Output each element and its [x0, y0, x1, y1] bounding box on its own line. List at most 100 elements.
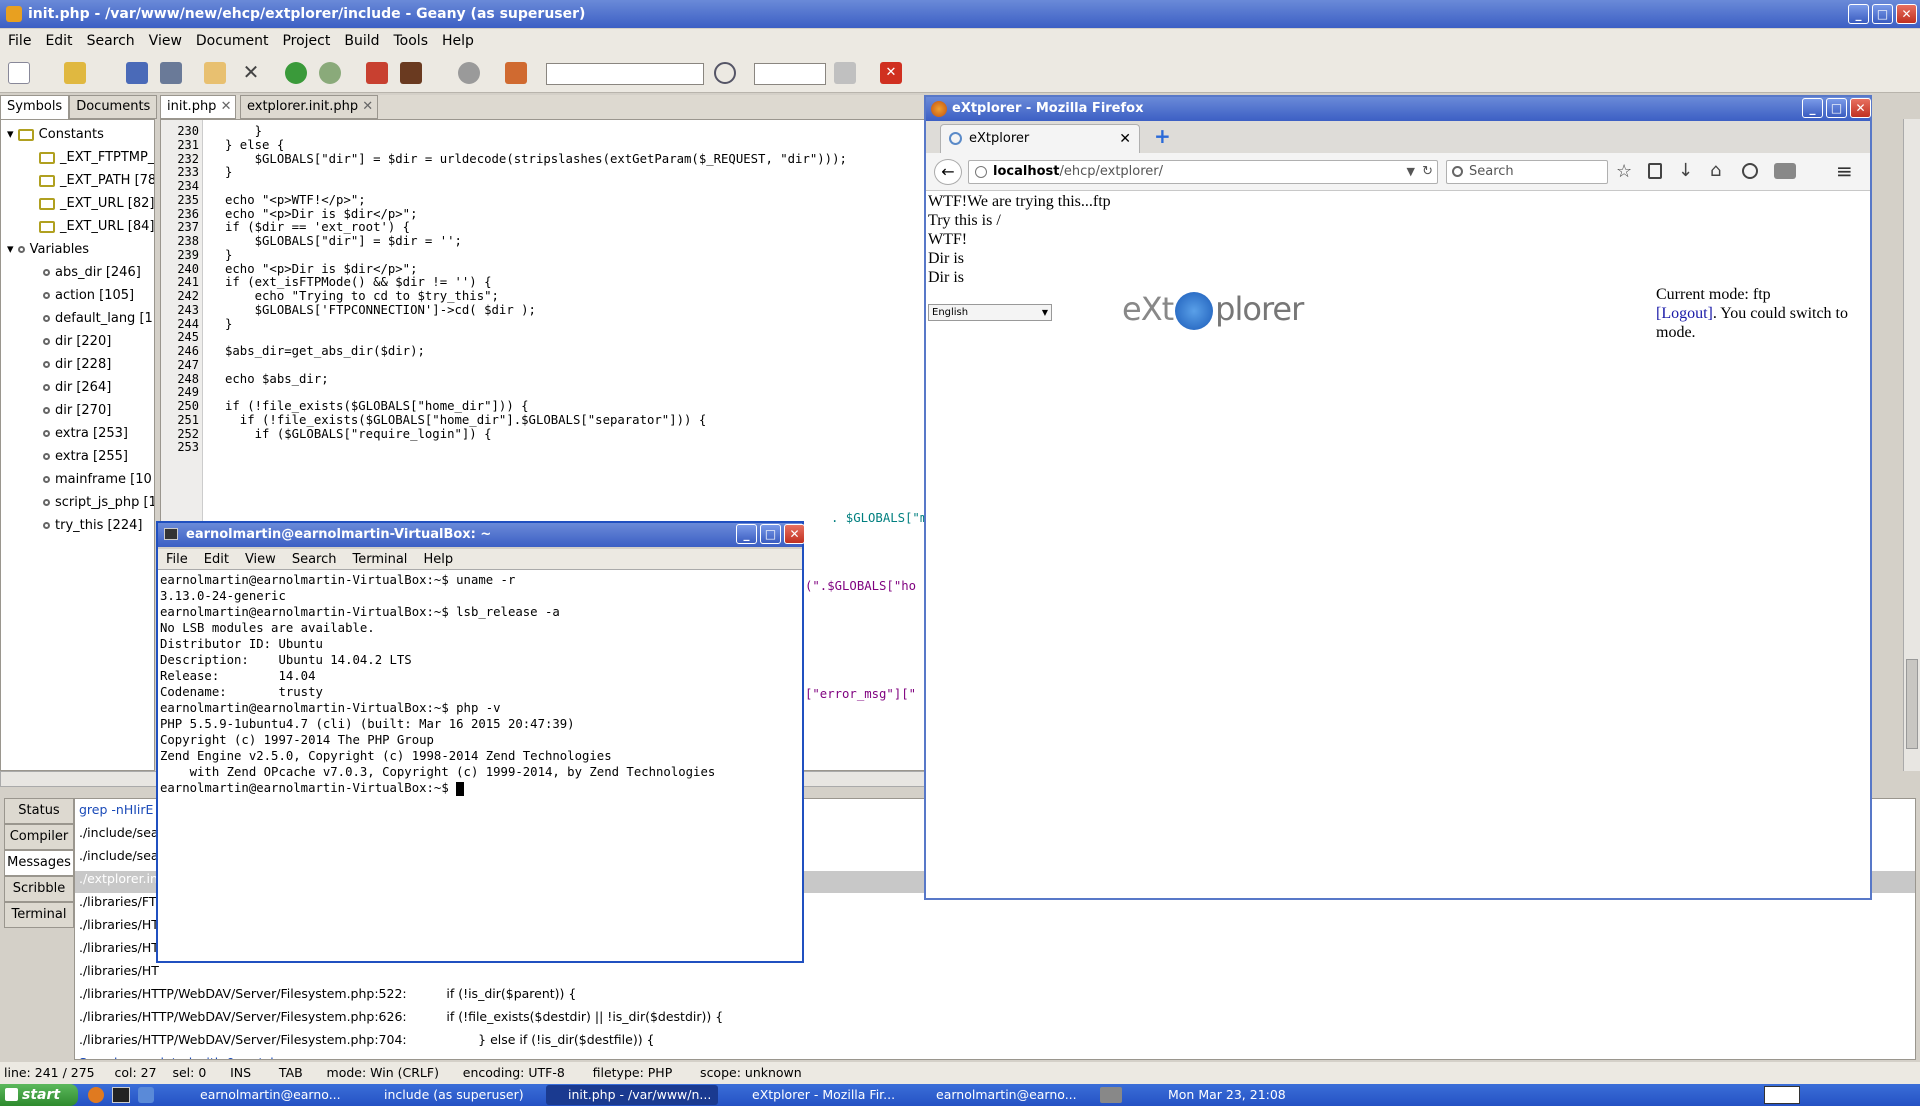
terminal-output[interactable]: earnolmartin@earnolmartin-VirtualBox:~$ …	[158, 569, 802, 961]
tray-network-icon[interactable]	[1100, 1087, 1122, 1103]
menu-project[interactable]: Project	[282, 33, 330, 49]
code-line[interactable]: $abs_dir=get_abs_dir($dir);	[225, 344, 425, 358]
list-item[interactable]: ./libraries/HT	[79, 937, 159, 959]
code-line[interactable]: if (!file_exists($GLOBALS["home_dir"].$G…	[225, 413, 706, 427]
code-line[interactable]: echo "<p>Dir is $dir</p>";	[225, 207, 418, 221]
tab-status[interactable]: Status	[4, 798, 74, 824]
forward-icon[interactable]	[319, 62, 341, 84]
task-terminal-1[interactable]: earnolmartin@earno...	[178, 1085, 348, 1105]
geany-title-bar[interactable]: init.php - /var/www/new/ehcp/extplorer/i…	[0, 0, 1920, 28]
url-dropdown-icon[interactable]: ▼	[1407, 161, 1415, 183]
list-item[interactable]: ./include/sea	[79, 822, 159, 844]
code-line[interactable]: if (ext_isFTPMode() && $dir != '') {	[225, 275, 492, 289]
close-tab-icon[interactable]: ✕	[221, 99, 232, 114]
symbol-item[interactable]: script_js_php [1	[43, 491, 154, 514]
symbol-item[interactable]: try_this [224]	[43, 514, 142, 537]
browser-search-input[interactable]: Search	[1446, 160, 1608, 184]
reading-list-icon[interactable]	[1648, 163, 1662, 179]
code-line[interactable]: $GLOBALS['FTPCONNECTION']->cd( $dir );	[225, 303, 536, 317]
code-line[interactable]: if ($GLOBALS["require_login"]) {	[225, 427, 492, 441]
back-icon[interactable]	[285, 62, 307, 84]
new-tab-icon[interactable]: +	[1154, 124, 1171, 148]
close-tab-icon[interactable]: ✕	[1119, 125, 1131, 153]
maximize-button[interactable]: □	[1872, 4, 1893, 24]
close-button[interactable]: ✕	[1850, 98, 1871, 118]
symbol-item[interactable]: _EXT_URL [82]	[39, 192, 154, 215]
menu-search[interactable]: Search	[87, 33, 135, 49]
list-item[interactable]: ./libraries/HT	[79, 914, 159, 936]
constants-group[interactable]: ▾ Constants	[7, 123, 104, 146]
code-line[interactable]: echo "<p>WTF!</p>";	[225, 193, 366, 207]
menu-file[interactable]: File	[166, 552, 188, 567]
goto-line-input[interactable]	[754, 63, 826, 85]
list-item[interactable]: grep -nHIirE	[79, 799, 153, 821]
tab-terminal[interactable]: Terminal	[4, 902, 74, 928]
tab-init-php[interactable]: init.php ✕	[160, 95, 237, 119]
code-line[interactable]: if (!file_exists($GLOBALS["home_dir"])) …	[225, 399, 529, 413]
save-icon[interactable]	[126, 62, 148, 84]
task-file-manager[interactable]: include (as superuser)	[362, 1085, 534, 1105]
code-line[interactable]: echo $abs_dir;	[225, 372, 329, 386]
list-item[interactable]: ./libraries/FT	[79, 891, 157, 913]
revert-icon[interactable]	[204, 62, 226, 84]
menu-terminal[interactable]: Terminal	[352, 552, 407, 567]
terminal-title-bar[interactable]: earnolmartin@earnolmartin-VirtualBox: ~ …	[158, 523, 805, 547]
color-chooser-icon[interactable]	[505, 62, 527, 84]
menu-edit[interactable]: Edit	[204, 552, 229, 567]
build-icon[interactable]	[400, 62, 422, 84]
close-button[interactable]: ✕	[1896, 4, 1917, 24]
symbol-item[interactable]: extra [255]	[43, 445, 128, 468]
menu-edit[interactable]: Edit	[45, 33, 72, 49]
code-line[interactable]: echo "<p>Dir is $dir</p>";	[225, 262, 418, 276]
symbol-item[interactable]: dir [228]	[43, 353, 111, 376]
symbol-item[interactable]: action [105]	[43, 284, 134, 307]
workspace-switcher[interactable]	[1764, 1086, 1800, 1104]
site-info-icon[interactable]	[975, 166, 987, 178]
quit-icon[interactable]: ✕	[880, 62, 902, 84]
minimize-button[interactable]: _	[1848, 4, 1869, 24]
browser-launcher-icon[interactable]	[138, 1087, 154, 1103]
tab-compiler[interactable]: Compiler	[4, 824, 74, 850]
task-geany[interactable]: init.php - /var/www/n...	[546, 1085, 718, 1105]
task-firefox[interactable]: eXtplorer - Mozilla Fir...	[730, 1085, 902, 1105]
code-line[interactable]: $GLOBALS["dir"] = $dir = '';	[225, 234, 462, 248]
goto-line-icon[interactable]	[834, 62, 856, 84]
terminal-prompt[interactable]: earnolmartin@earnolmartin-VirtualBox:~$	[160, 780, 465, 796]
symbol-item[interactable]: mainframe [10	[43, 468, 152, 491]
new-file-icon[interactable]	[8, 62, 30, 84]
minimize-button[interactable]: _	[1802, 98, 1823, 118]
editor-vscroll[interactable]	[1903, 119, 1920, 771]
logout-link[interactable]: [Logout]	[1656, 305, 1713, 322]
close-button[interactable]: ✕	[784, 524, 805, 544]
close-tab-icon[interactable]: ✕	[362, 99, 373, 114]
menu-document[interactable]: Document	[196, 33, 269, 49]
code-line[interactable]: }	[225, 248, 232, 262]
menu-tools[interactable]: Tools	[394, 33, 429, 49]
menu-help[interactable]: Help	[442, 33, 474, 49]
minimize-button[interactable]: _	[736, 524, 757, 544]
code-line[interactable]: }	[225, 124, 262, 138]
terminal-window[interactable]: earnolmartin@earnolmartin-VirtualBox: ~ …	[156, 521, 805, 963]
tab-symbols[interactable]: Symbols	[0, 95, 70, 119]
symbol-item[interactable]: dir [270]	[43, 399, 111, 422]
firefox-window[interactable]: eXtplorer - Mozilla Firefox _ □ ✕ eXtplo…	[924, 95, 1872, 900]
task-terminal-2[interactable]: earnolmartin@earno...	[914, 1085, 1084, 1105]
menu-help[interactable]: Help	[423, 552, 453, 567]
browser-tab[interactable]: eXtplorer ✕	[940, 124, 1140, 153]
code-line[interactable]: }	[225, 165, 232, 179]
symbol-item[interactable]: abs_dir [246]	[43, 261, 141, 284]
share-icon[interactable]	[1774, 163, 1796, 179]
bookmark-star-icon[interactable]: ☆	[1616, 161, 1632, 182]
maximize-button[interactable]: □	[1826, 98, 1847, 118]
save-all-icon[interactable]	[160, 62, 182, 84]
menu-build[interactable]: Build	[344, 33, 379, 49]
tab-messages[interactable]: Messages	[4, 850, 74, 876]
start-button[interactable]: start	[0, 1084, 78, 1106]
toolbar-search-input[interactable]	[546, 63, 704, 85]
symbol-item[interactable]: default_lang [1	[43, 307, 153, 330]
menu-hamburger-icon[interactable]: ≡	[1836, 159, 1853, 183]
list-item[interactable]: ./libraries/HTTP/WebDAV/Server/Filesyste…	[79, 1006, 723, 1028]
hello-chat-icon[interactable]	[1742, 163, 1758, 179]
home-icon[interactable]: ⌂	[1710, 160, 1721, 181]
code-line[interactable]: echo "Trying to cd to $try_this";	[225, 289, 499, 303]
